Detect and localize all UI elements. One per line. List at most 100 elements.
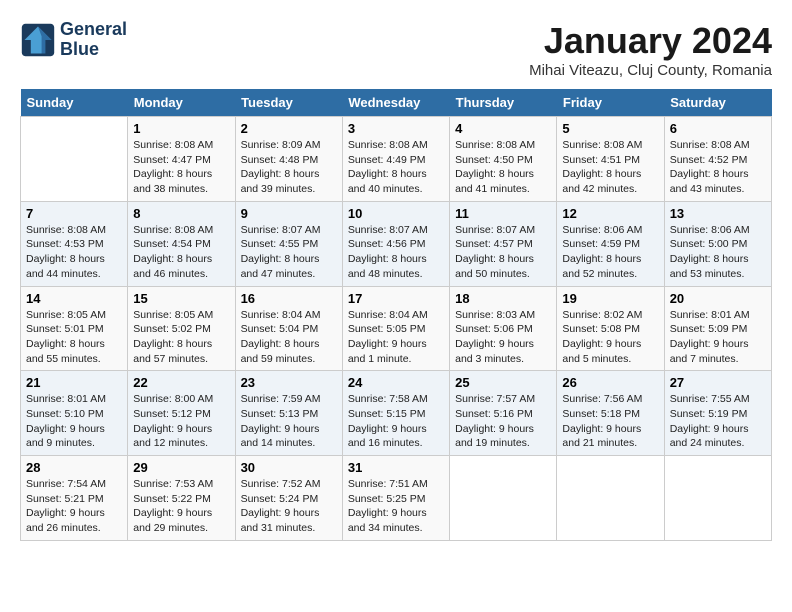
day-info: Sunrise: 8:07 AM Sunset: 4:57 PM Dayligh… [455, 223, 551, 282]
calendar-cell: 28 Sunrise: 7:54 AM Sunset: 5:21 PM Dayli… [21, 456, 128, 541]
day-info: Sunrise: 8:08 AM Sunset: 4:52 PM Dayligh… [670, 138, 766, 197]
calendar-cell: 27 Sunrise: 7:55 AM Sunset: 5:19 PM Dayli… [664, 371, 771, 456]
calendar-cell: 22Sunrise: 8:00 AM Sunset: 5:12 PM Dayli… [128, 371, 235, 456]
day-number: 11 [455, 206, 551, 221]
logo: General Blue [20, 20, 127, 60]
day-number: 17 [348, 291, 444, 306]
day-info: Sunrise: 8:08 AM Sunset: 4:50 PM Dayligh… [455, 138, 551, 197]
day-number: 5 [562, 121, 658, 136]
day-number: 20 [670, 291, 766, 306]
day-number: 10 [348, 206, 444, 221]
calendar-cell: 3 Sunrise: 8:08 AM Sunset: 4:49 PM Daylig… [342, 117, 449, 202]
day-number: 31 [348, 460, 444, 475]
calendar-cell: 10Sunrise: 8:07 AM Sunset: 4:56 PM Dayli… [342, 201, 449, 286]
day-info: Sunrise: 8:03 AM Sunset: 5:06 PM Dayligh… [455, 308, 551, 367]
calendar-cell: 8 Sunrise: 8:08 AM Sunset: 4:54 PM Daylig… [128, 201, 235, 286]
calendar-week-row: 28 Sunrise: 7:54 AM Sunset: 5:21 PM Dayli… [21, 456, 772, 541]
day-number: 26 [562, 375, 658, 390]
day-info: Sunrise: 8:01 AM Sunset: 5:10 PM Dayligh… [26, 392, 122, 451]
day-info: Sunrise: 7:57 AM Sunset: 5:16 PM Dayligh… [455, 392, 551, 451]
calendar-week-row: 14 Sunrise: 8:05 AM Sunset: 5:01 PM Dayli… [21, 286, 772, 371]
day-number: 22 [133, 375, 229, 390]
calendar-week-row: 21 Sunrise: 8:01 AM Sunset: 5:10 PM Dayli… [21, 371, 772, 456]
day-info: Sunrise: 8:04 AM Sunset: 5:04 PM Dayligh… [241, 308, 337, 367]
calendar-cell: 23 Sunrise: 7:59 AM Sunset: 5:13 PM Dayli… [235, 371, 342, 456]
day-number: 2 [241, 121, 337, 136]
day-number: 28 [26, 460, 122, 475]
calendar-cell: 19 Sunrise: 8:02 AM Sunset: 5:08 PM Dayli… [557, 286, 664, 371]
calendar-cell: 2 Sunrise: 8:09 AM Sunset: 4:48 PM Daylig… [235, 117, 342, 202]
day-number: 19 [562, 291, 658, 306]
day-info: Sunrise: 8:09 AM Sunset: 4:48 PM Dayligh… [241, 138, 337, 197]
calendar-cell: 26 Sunrise: 7:56 AM Sunset: 5:18 PM Dayli… [557, 371, 664, 456]
location-subtitle: Mihai Viteazu, Cluj County, Romania [529, 62, 772, 79]
weekday-header-wednesday: Wednesday [342, 89, 449, 117]
calendar-cell [450, 456, 557, 541]
day-info: Sunrise: 8:08 AM Sunset: 4:54 PM Dayligh… [133, 223, 229, 282]
calendar-cell: 29 Sunrise: 7:53 AM Sunset: 5:22 PM Dayli… [128, 456, 235, 541]
title-area: January 2024 Mihai Viteazu, Cluj County,… [529, 20, 772, 79]
day-number: 30 [241, 460, 337, 475]
calendar-cell: 17Sunrise: 8:04 AM Sunset: 5:05 PM Dayli… [342, 286, 449, 371]
day-number: 9 [241, 206, 337, 221]
day-info: Sunrise: 8:05 AM Sunset: 5:02 PM Dayligh… [133, 308, 229, 367]
day-info: Sunrise: 8:06 AM Sunset: 4:59 PM Dayligh… [562, 223, 658, 282]
day-info: Sunrise: 8:05 AM Sunset: 5:01 PM Dayligh… [26, 308, 122, 367]
day-number: 1 [133, 121, 229, 136]
calendar-cell [21, 117, 128, 202]
weekday-header-thursday: Thursday [450, 89, 557, 117]
logo-text: General Blue [60, 20, 127, 60]
calendar-cell [664, 456, 771, 541]
day-info: Sunrise: 8:06 AM Sunset: 5:00 PM Dayligh… [670, 223, 766, 282]
weekday-header-friday: Friday [557, 89, 664, 117]
weekday-header-monday: Monday [128, 89, 235, 117]
day-number: 29 [133, 460, 229, 475]
day-info: Sunrise: 7:53 AM Sunset: 5:22 PM Dayligh… [133, 477, 229, 536]
day-number: 7 [26, 206, 122, 221]
day-info: Sunrise: 7:52 AM Sunset: 5:24 PM Dayligh… [241, 477, 337, 536]
day-info: Sunrise: 8:08 AM Sunset: 4:53 PM Dayligh… [26, 223, 122, 282]
day-info: Sunrise: 8:08 AM Sunset: 4:49 PM Dayligh… [348, 138, 444, 197]
day-number: 6 [670, 121, 766, 136]
day-info: Sunrise: 7:59 AM Sunset: 5:13 PM Dayligh… [241, 392, 337, 451]
calendar-cell: 5 Sunrise: 8:08 AM Sunset: 4:51 PM Daylig… [557, 117, 664, 202]
day-info: Sunrise: 7:58 AM Sunset: 5:15 PM Dayligh… [348, 392, 444, 451]
day-info: Sunrise: 7:54 AM Sunset: 5:21 PM Dayligh… [26, 477, 122, 536]
calendar-cell: 9Sunrise: 8:07 AM Sunset: 4:55 PM Daylig… [235, 201, 342, 286]
day-info: Sunrise: 7:55 AM Sunset: 5:19 PM Dayligh… [670, 392, 766, 451]
day-info: Sunrise: 7:56 AM Sunset: 5:18 PM Dayligh… [562, 392, 658, 451]
day-number: 23 [241, 375, 337, 390]
month-title: January 2024 [529, 20, 772, 62]
calendar-table: SundayMondayTuesdayWednesdayThursdayFrid… [20, 89, 772, 541]
calendar-cell: 21 Sunrise: 8:01 AM Sunset: 5:10 PM Dayli… [21, 371, 128, 456]
calendar-cell: 12 Sunrise: 8:06 AM Sunset: 4:59 PM Dayli… [557, 201, 664, 286]
calendar-cell: 20 Sunrise: 8:01 AM Sunset: 5:09 PM Dayli… [664, 286, 771, 371]
day-number: 12 [562, 206, 658, 221]
day-number: 14 [26, 291, 122, 306]
day-number: 4 [455, 121, 551, 136]
weekday-header-sunday: Sunday [21, 89, 128, 117]
day-number: 16 [241, 291, 337, 306]
day-number: 3 [348, 121, 444, 136]
calendar-cell: 30 Sunrise: 7:52 AM Sunset: 5:24 PM Dayli… [235, 456, 342, 541]
calendar-cell: 18 Sunrise: 8:03 AM Sunset: 5:06 PM Dayli… [450, 286, 557, 371]
day-number: 15 [133, 291, 229, 306]
day-info: Sunrise: 8:01 AM Sunset: 5:09 PM Dayligh… [670, 308, 766, 367]
calendar-week-row: 1Sunrise: 8:08 AM Sunset: 4:47 PM Daylig… [21, 117, 772, 202]
day-number: 25 [455, 375, 551, 390]
calendar-cell: 16 Sunrise: 8:04 AM Sunset: 5:04 PM Dayli… [235, 286, 342, 371]
day-number: 18 [455, 291, 551, 306]
calendar-cell: 4 Sunrise: 8:08 AM Sunset: 4:50 PM Daylig… [450, 117, 557, 202]
day-number: 8 [133, 206, 229, 221]
logo-icon [20, 22, 56, 58]
day-number: 27 [670, 375, 766, 390]
calendar-cell: 31Sunrise: 7:51 AM Sunset: 5:25 PM Dayli… [342, 456, 449, 541]
calendar-cell: 1Sunrise: 8:08 AM Sunset: 4:47 PM Daylig… [128, 117, 235, 202]
calendar-cell: 11 Sunrise: 8:07 AM Sunset: 4:57 PM Dayli… [450, 201, 557, 286]
day-info: Sunrise: 8:08 AM Sunset: 4:51 PM Dayligh… [562, 138, 658, 197]
weekday-header-saturday: Saturday [664, 89, 771, 117]
calendar-cell [557, 456, 664, 541]
weekday-header-tuesday: Tuesday [235, 89, 342, 117]
day-info: Sunrise: 8:02 AM Sunset: 5:08 PM Dayligh… [562, 308, 658, 367]
day-number: 21 [26, 375, 122, 390]
